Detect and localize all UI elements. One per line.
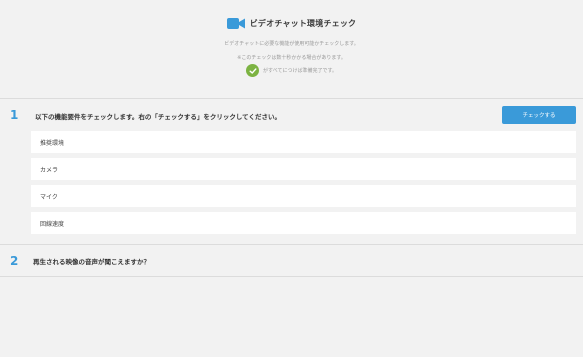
divider bbox=[0, 244, 583, 245]
divider bbox=[0, 98, 583, 99]
subtitle-description: ビデオチャットに必要な機能が使用可能かチェックします。 bbox=[224, 41, 359, 47]
page-title: ビデオチャット環境チェック bbox=[249, 18, 357, 28]
check-note-text: がすべてにつけば準備完了です。 bbox=[263, 68, 337, 74]
step-2-number: 2 bbox=[10, 254, 19, 268]
video-camera-icon bbox=[226, 16, 245, 30]
check-button[interactable]: チェックする bbox=[502, 106, 576, 124]
requirement-item-network-speed: 回線速度 bbox=[31, 212, 576, 234]
step-1-instruction: 以下の機能要件をチェックします。右の「チェックする」をクリックしてください。 bbox=[35, 113, 281, 121]
subtitle-note: ※このチェックは数十秒かかる場合があります。 bbox=[237, 55, 346, 61]
requirement-item-recommended-env: 推奨環境 bbox=[31, 131, 576, 153]
requirement-item-microphone: マイク bbox=[31, 185, 576, 207]
step-1-number: 1 bbox=[10, 108, 19, 122]
title-row: ビデオチャット環境チェック bbox=[0, 16, 583, 30]
requirement-item-camera: カメラ bbox=[31, 158, 576, 180]
divider bbox=[0, 276, 583, 277]
header: ビデオチャット環境チェック ビデオチャットに必要な機能が使用可能かチェックします… bbox=[0, 0, 583, 98]
check-circle-icon bbox=[246, 64, 260, 77]
check-note-row: がすべてにつけば準備完了です。 bbox=[0, 64, 583, 77]
step-2-question: 再生される映像の音声が聞こえますか？ bbox=[33, 258, 150, 266]
